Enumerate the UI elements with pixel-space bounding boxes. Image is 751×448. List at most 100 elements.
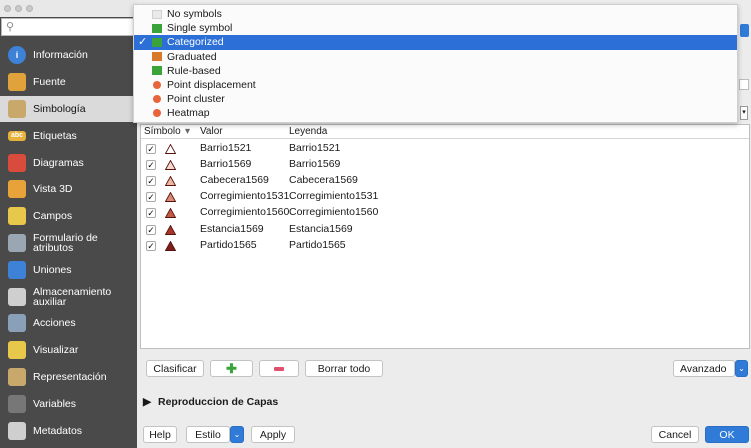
triangle-symbol-icon[interactable] (164, 191, 177, 205)
point-displacement-icon (153, 81, 161, 90)
table-row[interactable]: ✓ Corregimiento1531 Corregimiento1531 (141, 189, 749, 205)
sidebar-item-vista-3d[interactable]: Vista 3D (0, 176, 137, 203)
row-checkbox[interactable]: ✓ (146, 208, 156, 219)
row-legend[interactable]: Barrio1569 (289, 158, 340, 170)
sort-arrow-icon[interactable]: ▾ (185, 126, 190, 137)
help-button[interactable]: Help (143, 426, 177, 443)
triangle-symbol-icon[interactable] (164, 240, 177, 254)
cube-icon (8, 180, 26, 199)
dropdown-item-point-cluster[interactable]: Point cluster (134, 92, 737, 106)
row-legend[interactable]: Estancia1569 (289, 223, 353, 235)
table-row[interactable]: ✓ Partido1565 Partido1565 (141, 238, 749, 254)
sidebar-item-fuente[interactable]: Fuente (0, 69, 137, 96)
row-checkbox[interactable]: ✓ (146, 192, 156, 203)
sidebar-search-input[interactable]: ⚲ (1, 18, 136, 36)
row-value[interactable]: Estancia1569 (200, 223, 264, 235)
table-row[interactable]: ✓ Estancia1569 Estancia1569 (141, 222, 749, 238)
triangle-symbol-icon[interactable] (164, 224, 177, 238)
row-value[interactable]: Corregimiento1560 (200, 206, 289, 218)
sidebar-item-metadatos[interactable]: Metadatos (0, 417, 137, 444)
row-legend[interactable]: Corregimiento1560 (289, 206, 378, 218)
sidebar-item-simbología[interactable]: Simbología (0, 95, 137, 123)
dropdown-item-no-symbols[interactable]: No symbols (134, 7, 737, 21)
sidebar-item-diagramas[interactable]: Diagramas (0, 149, 137, 176)
classify-button[interactable]: Clasificar (146, 360, 204, 377)
heatmap-icon (153, 109, 161, 118)
row-value[interactable]: Corregimiento1531 (200, 190, 289, 202)
table-row[interactable]: ✓ Barrio1569 Barrio1569 (141, 157, 749, 173)
dropdown-item-categorized[interactable]: ✓ Categorized (134, 35, 737, 50)
form-icon (8, 233, 26, 252)
apply-button[interactable]: Apply (251, 426, 295, 443)
sidebar-item-formulario-de-atributos[interactable]: Formulario de atributos (0, 230, 137, 257)
sidebar-nav: i Información Fuente Simbología abc Etiquetas… (0, 42, 137, 444)
close-window-button[interactable] (4, 5, 11, 12)
triangle-symbol-icon[interactable] (164, 207, 177, 221)
sidebar-item-visualizar[interactable]: Visualizar (0, 337, 137, 364)
layer-rendering-section[interactable]: ▶ Reproduccion de Capas (143, 396, 278, 408)
sidebar-item-uniones[interactable]: Uniones (0, 256, 137, 283)
remove-category-button[interactable] (259, 360, 299, 377)
sidebar-item-label: Uniones (33, 263, 72, 276)
row-value[interactable]: Barrio1521 (200, 142, 251, 154)
zoom-window-button[interactable] (26, 5, 33, 12)
table-row[interactable]: ✓ Corregimiento1560 Corregimiento1560 (141, 205, 749, 221)
row-legend[interactable]: Corregimiento1531 (289, 190, 378, 202)
info-icon: i (8, 46, 26, 65)
row-checkbox[interactable]: ✓ (146, 160, 156, 171)
sidebar: ⚲ i Información Fuente Simbología abc Etiquet… (0, 0, 137, 448)
dropdown-item-graduated[interactable]: Graduated (134, 50, 737, 64)
sidebar-item-campos[interactable]: Campos (0, 203, 137, 230)
row-value[interactable]: Cabecera1569 (200, 174, 269, 186)
sidebar-item-información[interactable]: i Información (0, 42, 137, 69)
table-row[interactable]: ✓ Barrio1521 Barrio1521 (141, 141, 749, 157)
column-header-symbol[interactable]: Símbolo (144, 126, 181, 137)
row-checkbox[interactable]: ✓ (146, 144, 156, 154)
dropdown-item-label: Heatmap (167, 107, 210, 120)
advanced-arrow-icon[interactable]: ⌄ (735, 360, 748, 377)
dropdown-item-point-displacement[interactable]: Point displacement (134, 78, 737, 92)
sidebar-item-label: Visualizar (33, 344, 79, 357)
triangle-symbol-icon[interactable] (164, 143, 177, 157)
row-value[interactable]: Barrio1569 (200, 158, 251, 170)
table-header: Símbolo ▾ Valor Leyenda (141, 125, 749, 139)
dropdown-item-rule-based[interactable]: Rule-based (134, 64, 737, 78)
triangle-symbol-icon[interactable] (164, 175, 177, 189)
advanced-dropdown[interactable]: Avanzado (673, 360, 735, 377)
dropdown-item-label: Categorized (167, 36, 224, 49)
row-legend[interactable]: Barrio1521 (289, 142, 340, 154)
dropdown-item-single-symbol[interactable]: Single symbol (134, 21, 737, 35)
cancel-button[interactable]: Cancel (651, 426, 699, 443)
column-header-value[interactable]: Valor (200, 126, 223, 137)
join-icon (8, 260, 26, 279)
column-header-legend[interactable]: Leyenda (289, 126, 327, 137)
dropdown-item-heatmap[interactable]: Heatmap (134, 106, 737, 120)
edge-input[interactable] (739, 79, 749, 90)
table-row[interactable]: ✓ Cabecera1569 Cabecera1569 (141, 173, 749, 189)
sidebar-item-acciones[interactable]: Acciones (0, 310, 137, 337)
row-legend[interactable]: Cabecera1569 (289, 174, 358, 186)
add-category-button[interactable]: ✚ (210, 360, 253, 377)
row-checkbox[interactable]: ✓ (146, 224, 156, 235)
sidebar-item-representación[interactable]: Representación (0, 364, 137, 391)
triangle-symbol-icon[interactable] (164, 159, 177, 173)
renderer-type-dropdown[interactable]: No symbols Single symbol ✓ Categorized Gradu… (133, 4, 738, 123)
sidebar-item-almacenamiento-auxiliar[interactable]: Almacenamiento auxiliar (0, 283, 137, 310)
field-combo-arrow[interactable]: ▾ (740, 106, 748, 120)
ok-button[interactable]: OK (705, 426, 749, 443)
row-checkbox[interactable]: ✓ (146, 176, 156, 187)
row-checkbox[interactable]: ✓ (146, 240, 156, 251)
row-legend[interactable]: Partido1565 (289, 239, 346, 251)
delete-all-button[interactable]: Borrar todo (305, 360, 383, 377)
renderer-combo-arrow[interactable] (740, 24, 749, 37)
sidebar-item-label: Vista 3D (33, 183, 73, 196)
style-arrow-icon[interactable]: ⌄ (230, 426, 244, 443)
advanced-label: Avanzado (680, 362, 727, 375)
style-dropdown[interactable]: Estilo (186, 426, 230, 443)
sidebar-item-variables[interactable]: Variables (0, 390, 137, 417)
dropdown-item-label: Point displacement (167, 79, 256, 92)
dropdown-item-label: No symbols (167, 8, 222, 21)
minimize-window-button[interactable] (15, 5, 22, 12)
row-value[interactable]: Partido1565 (200, 239, 257, 251)
sidebar-item-etiquetas[interactable]: abc Etiquetas (0, 122, 137, 149)
